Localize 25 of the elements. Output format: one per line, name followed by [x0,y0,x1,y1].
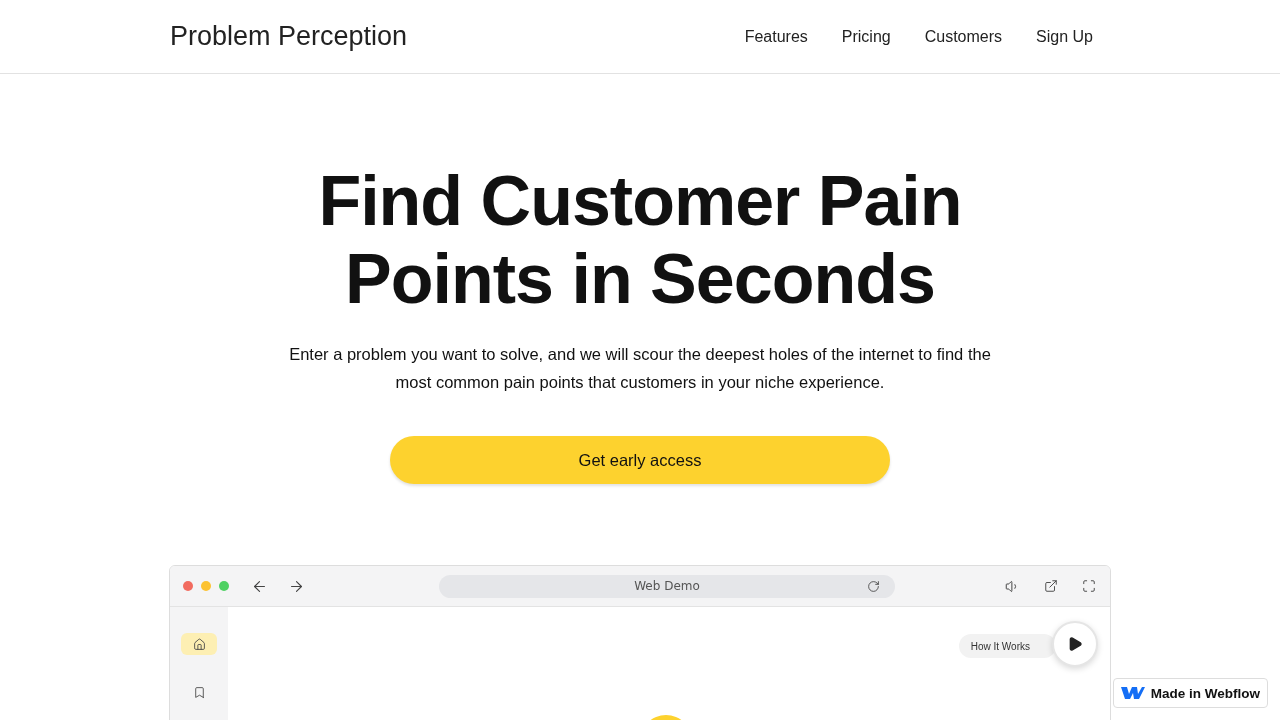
nav-link[interactable]: Customers [924,27,1003,46]
logo-icon [1120,686,1145,700]
play-button[interactable] [1052,621,1098,667]
minimize-dot[interactable] [201,581,211,591]
how-it-works-button[interactable]: How It Works [958,634,1056,658]
nav-link[interactable]: Pricing [841,27,891,46]
home-button[interactable] [181,633,217,655]
webflow-badge[interactable]: Made in Webflow [1112,678,1268,708]
badge-label: Made in Webflow [1150,685,1260,701]
site-logo[interactable]: Problem Perception [170,21,408,52]
nav-link[interactable]: Features [744,27,808,46]
address-bar[interactable]: Web Demo [439,574,895,598]
nav-link[interactable]: Sign Up [1036,27,1093,46]
early-access-button[interactable]: Get early access [390,436,890,484]
home-icon [192,637,206,651]
hero-subtitle: Enter a problem you want to solve, and we will scour the deepest holes of the internet to find the most common pain points that customers in your niche experience. [288,344,992,393]
close-dot[interactable] [183,581,193,591]
fullscreen-icon [1082,579,1096,593]
hero-title: Find Customer Pain Points in Seconds [318,162,962,318]
reload-icon [867,579,880,593]
zoom-dot[interactable] [219,581,229,591]
address-text: Web Demo [634,579,700,593]
play-icon [1067,636,1083,652]
bookmark-icon [192,685,206,699]
share-icon [1044,579,1058,593]
